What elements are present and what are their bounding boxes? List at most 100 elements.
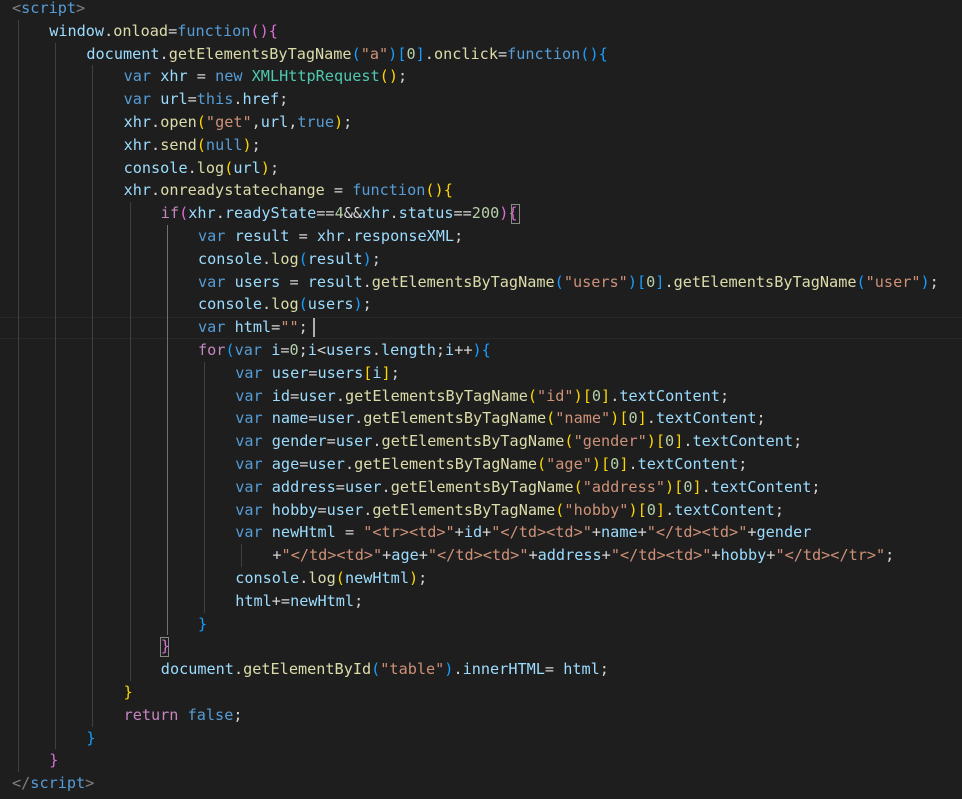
code-line[interactable]: } xyxy=(86,727,95,750)
code-line[interactable]: var result = xhr.responseXML; xyxy=(198,225,463,248)
code-token: user xyxy=(271,363,309,382)
code-token: var xyxy=(198,227,226,245)
code-line[interactable]: html+=newHtml; xyxy=(235,590,363,613)
code-token: console xyxy=(235,569,300,587)
code-token: . xyxy=(215,204,225,223)
indent-guide xyxy=(129,202,131,681)
code-line[interactable]: var url=this.href; xyxy=(124,88,289,111)
code-line[interactable]: var address=user.getElementsByTagName("a… xyxy=(235,476,820,499)
code-token: . xyxy=(371,341,381,359)
code-token: var xyxy=(198,318,226,337)
code-token: = xyxy=(308,363,318,382)
code-token: "a" xyxy=(360,44,389,63)
code-token: ) xyxy=(646,432,656,451)
code-token: "</td><td>" xyxy=(281,546,383,565)
code-token: users xyxy=(317,363,364,382)
code-token: = xyxy=(289,227,317,245)
code-line[interactable]: document.getElementsByTagName("a")[0].on… xyxy=(86,43,607,66)
code-line[interactable]: console.log(result); xyxy=(198,248,381,271)
code-token: ; xyxy=(454,227,464,245)
code-token: + xyxy=(601,546,611,565)
code-token: url xyxy=(160,90,188,109)
code-token: document xyxy=(86,44,160,63)
code-line[interactable]: <script> xyxy=(12,0,85,20)
code-line[interactable]: for(var i=0;i<users.length;i++){ xyxy=(198,339,491,362)
code-token: = xyxy=(280,272,308,291)
code-line[interactable]: var user=users[i]; xyxy=(235,362,400,385)
code-token: log xyxy=(196,158,225,177)
code-token: readyState xyxy=(224,204,317,223)
code-token: + xyxy=(454,523,464,542)
code-token: == xyxy=(453,204,472,223)
code-token: ( xyxy=(371,660,381,679)
code-token: ) xyxy=(472,341,482,359)
code-line[interactable]: return false; xyxy=(124,704,243,727)
code-token: return xyxy=(123,705,179,724)
code-token: + xyxy=(747,523,757,542)
code-token: 200 xyxy=(471,204,500,223)
code-token: ) xyxy=(388,67,398,86)
code-line[interactable]: var xhr = new XMLHttpRequest(); xyxy=(124,65,408,88)
code-token: 0 xyxy=(646,500,656,519)
code-line[interactable]: if(xhr.readyState==4&&xhr.status==200){ xyxy=(161,202,518,225)
code-token: script xyxy=(30,774,86,793)
code-line[interactable]: var age=user.getElementsByTagName("age")… xyxy=(235,453,747,476)
code-token: textContent xyxy=(674,500,775,519)
code-token: ) xyxy=(353,295,363,314)
code-token: href xyxy=(242,90,280,109)
code-token: . xyxy=(381,477,391,496)
code-token: ; xyxy=(793,432,803,451)
code-token: "</td><td>" xyxy=(610,546,712,565)
code-token: log xyxy=(308,569,336,587)
code-token: "</td><td>" xyxy=(646,523,748,542)
code-token: ] xyxy=(674,432,684,451)
code-line[interactable]: window.onload=function(){ xyxy=(49,20,278,43)
code-token: xhr xyxy=(123,181,152,200)
code-token: getElementsByTagName xyxy=(168,44,352,63)
code-editor[interactable]: <script> window.onload=function(){documen… xyxy=(0,0,962,799)
code-line[interactable]: var name=user.getElementsByTagName("name… xyxy=(235,407,766,430)
code-token: true xyxy=(297,113,334,131)
code-token: ) xyxy=(591,455,602,473)
code-token: ( xyxy=(250,21,260,40)
code-line[interactable]: var html=""; xyxy=(198,316,308,339)
code-line[interactable]: +"</td><td>"+age+"</td><td>"+address+"</… xyxy=(272,544,894,567)
code-line[interactable]: console.log(newHtml); xyxy=(235,567,427,590)
code-line[interactable]: document.getElementById("table").innerHT… xyxy=(161,658,609,681)
code-token: ; xyxy=(279,90,289,109)
code-token: "</td><td>" xyxy=(491,523,592,542)
code-line[interactable]: } xyxy=(198,613,207,636)
code-line[interactable]: var gender=user.getElementsByTagName("ge… xyxy=(235,430,802,453)
code-token: onload xyxy=(113,21,169,40)
code-token: ] xyxy=(637,409,647,428)
code-token: ; xyxy=(418,569,428,587)
code-line[interactable]: xhr.send(null); xyxy=(124,134,261,157)
code-line[interactable]: var users = result.getElementsByTagName(… xyxy=(198,271,939,294)
code-line[interactable]: xhr.open("get",url,true); xyxy=(124,111,353,134)
code-token: ) xyxy=(573,386,583,405)
code-token: . xyxy=(151,135,161,154)
code-token: i xyxy=(372,363,382,382)
code-token: function xyxy=(507,44,581,63)
code-token: textContent xyxy=(637,455,739,473)
code-token: url xyxy=(260,113,289,131)
code-line[interactable]: } xyxy=(124,681,133,704)
code-token: . xyxy=(151,181,161,200)
code-line[interactable]: var hobby=user.getElementsByTagName("hob… xyxy=(235,499,784,522)
code-token: var xyxy=(235,500,263,519)
code-token: . xyxy=(299,569,309,587)
code-line[interactable]: var id=user.getElementsByTagName("id")[0… xyxy=(235,385,729,408)
code-token: > xyxy=(76,0,86,17)
code-line[interactable]: </script> xyxy=(12,772,94,795)
code-line[interactable]: } xyxy=(49,749,58,772)
code-token: var xyxy=(235,432,263,451)
code-token: . xyxy=(151,113,161,131)
code-line[interactable]: console.log(users); xyxy=(198,293,372,316)
current-line-highlight xyxy=(0,316,962,339)
code-line[interactable]: xhr.onreadystatechange = function(){ xyxy=(124,179,453,202)
code-line[interactable]: var newHtml = "<tr><td>"+id+"</td><td>"+… xyxy=(235,521,811,544)
code-line[interactable]: console.log(url); xyxy=(124,157,280,180)
